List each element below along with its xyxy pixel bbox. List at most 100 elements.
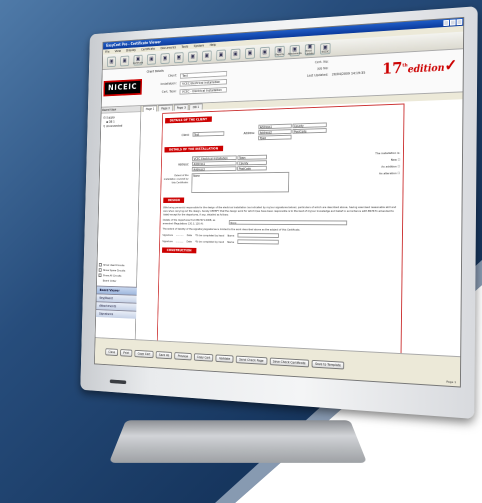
show-spare-checkbox[interactable]: Show Spare Circuits: [98, 268, 125, 272]
print-icon: ▣: [149, 55, 154, 63]
town-field[interactable]: Town: [257, 134, 292, 141]
menu-item-tools[interactable]: Tools: [181, 44, 188, 50]
copy-button[interactable]: ▣: [160, 52, 170, 64]
completed-note-2: *To be completed by hand: [194, 239, 225, 244]
copy-cert-button[interactable]: Copy Cert: [134, 349, 154, 358]
signature-label-2: Signature: [162, 238, 173, 243]
form-page: DETAILS OF THE CLIENT Client: Test Addres…: [156, 103, 405, 360]
cert-no-label: Cert. No:: [314, 59, 329, 65]
menu-item-documents[interactable]: Documents: [160, 45, 176, 51]
doc-icon: ▣: [233, 50, 238, 58]
open-icon: ▣: [122, 57, 127, 64]
design-statement: I/We being person(s) responsible for the…: [162, 205, 397, 217]
doc-icon: ▣: [247, 49, 253, 57]
toolbar-label: NICEIC: [321, 49, 330, 54]
paste-button[interactable]: ▣: [174, 51, 184, 63]
copy-cert-button[interactable]: Copy Cert: [193, 352, 214, 362]
alteration-checkbox[interactable]: An alteration ☐: [375, 170, 400, 177]
show-used-checkbox[interactable]: Show Used Circuits: [98, 263, 126, 267]
client-field[interactable]: Test: [179, 70, 228, 79]
name-label-2: Name: [227, 239, 235, 244]
tree-item-unconnected[interactable]: ⚲ Unconnected: [103, 123, 138, 128]
doc-button[interactable]: ▣: [202, 49, 212, 62]
name-field-1[interactable]: [237, 232, 279, 238]
client-section-heading: DETAILS OF THE CLIENT: [165, 116, 212, 124]
install-postcode-field[interactable]: PostCode: [237, 165, 267, 171]
paste-icon: ▣: [176, 54, 182, 61]
installation-label: Installation:: [160, 81, 177, 86]
show-all-checkbox[interactable]: Show All Circuits: [98, 273, 126, 278]
signature-label-1: Signature: [162, 232, 173, 237]
nav-signatures[interactable]: Signatures: [96, 309, 137, 319]
open-button[interactable]: ▣: [120, 55, 130, 66]
install-town-field[interactable]: Town: [237, 154, 267, 160]
menu-item-system[interactable]: System: [194, 43, 205, 49]
print-button[interactable]: ▣: [146, 53, 157, 65]
menu-item-file[interactable]: File: [105, 49, 109, 54]
minimize-button[interactable]: [443, 19, 450, 27]
new-button[interactable]: ▣: [107, 55, 117, 67]
email-button[interactable]: ▣ Email Update: [304, 43, 316, 56]
form-client-field[interactable]: Test: [192, 131, 225, 137]
cert-type-label: Cert. Type:: [161, 89, 177, 94]
close-button[interactable]: [456, 18, 463, 26]
maximize-button[interactable]: [449, 19, 456, 26]
doc-button[interactable]: ▣: [230, 48, 241, 60]
extent-field[interactable]: None: [191, 171, 290, 194]
tab-page-1[interactable]: Page 1: [142, 105, 158, 112]
cert-type-field[interactable]: VCEC - Electrical Installation: [179, 87, 227, 95]
menu-item-display[interactable]: Display: [126, 47, 136, 53]
last-updated-label: Last Updated:: [306, 72, 329, 78]
circuit-options: Show Used Circuits Show Spare Circuits S…: [98, 261, 125, 284]
extent-label: Extent of the installation covered by th…: [163, 173, 189, 185]
tab-db1[interactable]: DB 1: [189, 103, 203, 111]
preview-button[interactable]: Preview: [174, 351, 192, 360]
menu-item-certificate[interactable]: Certificate: [141, 46, 155, 52]
17th-edition-logo: 17thedition✓: [382, 55, 458, 78]
print-button[interactable]: Print: [120, 348, 133, 357]
board-tree: ⊟ Supply ▪ DB 1 ⚲ Unconnected: [101, 112, 140, 131]
departures-field[interactable]: None: [228, 219, 348, 225]
close-button[interactable]: Close: [105, 347, 119, 356]
doc-button[interactable]: ▣: [216, 49, 226, 61]
tab-page-3[interactable]: Page 3: [173, 103, 189, 111]
board-order-checkbox[interactable]: Board Order: [98, 279, 125, 283]
completed-note-1: *To be completed by hand: [195, 233, 225, 237]
menu-item-view[interactable]: View: [115, 48, 121, 54]
toolbar-label: Attachments: [287, 51, 302, 56]
attachments-button[interactable]: ▣ Attachments: [287, 44, 302, 57]
doc-icon: ▣: [262, 48, 268, 56]
installation-field[interactable]: VCEC Electrical Installation: [179, 78, 227, 87]
doc-icon: ▣: [204, 52, 210, 59]
send-check-page-button[interactable]: Send Check Page: [235, 355, 267, 365]
job-no-label: Job No:: [317, 66, 329, 71]
certificate-button[interactable]: ▣ Certificate: [132, 54, 144, 66]
name-field-2[interactable]: [237, 239, 279, 245]
save-check-certificate-button[interactable]: Save Check Certificate: [269, 357, 310, 367]
reports-button[interactable]: ▣ Reports: [274, 45, 285, 57]
tab-page-2[interactable]: Page 2: [158, 104, 174, 112]
doc-button[interactable]: ▣: [259, 46, 270, 58]
validate-button[interactable]: Validate: [215, 354, 234, 363]
niceic-button[interactable]: ▣ NICEIC: [320, 42, 331, 55]
toolbar-label: Certificate: [132, 61, 144, 65]
client-label: Client:: [167, 73, 177, 78]
new-icon: ▣: [109, 58, 114, 65]
install-county-field[interactable]: County: [237, 160, 267, 166]
certificate-form: Page 1 Page 2 Page 3 DB 1 DETAILS OF THE…: [135, 92, 463, 362]
screen: EasyCert Pro - Certificate Viewer File Vi…: [94, 16, 465, 388]
install-addr2-field[interactable]: Address2: [191, 166, 237, 172]
date-label-1: Date: [186, 232, 192, 237]
install-addr1-field[interactable]: Address1: [191, 160, 237, 167]
doc-button[interactable]: ▣: [188, 50, 198, 62]
form-client-label: Client:: [181, 132, 190, 137]
save-as-button[interactable]: Save As: [155, 350, 173, 359]
save-to-template-button[interactable]: Save to Template: [311, 359, 345, 370]
nav-board-viewer[interactable]: Board Viewer: [96, 285, 137, 295]
copy-icon: ▣: [162, 54, 168, 62]
menu-item-help[interactable]: Help: [210, 42, 217, 48]
power-button[interactable]: [109, 379, 127, 385]
niceic-logo: NICEIC: [102, 68, 144, 107]
doc-button[interactable]: ▣: [245, 47, 256, 59]
construction-section-heading: CONSTRUCTION: [162, 247, 197, 254]
